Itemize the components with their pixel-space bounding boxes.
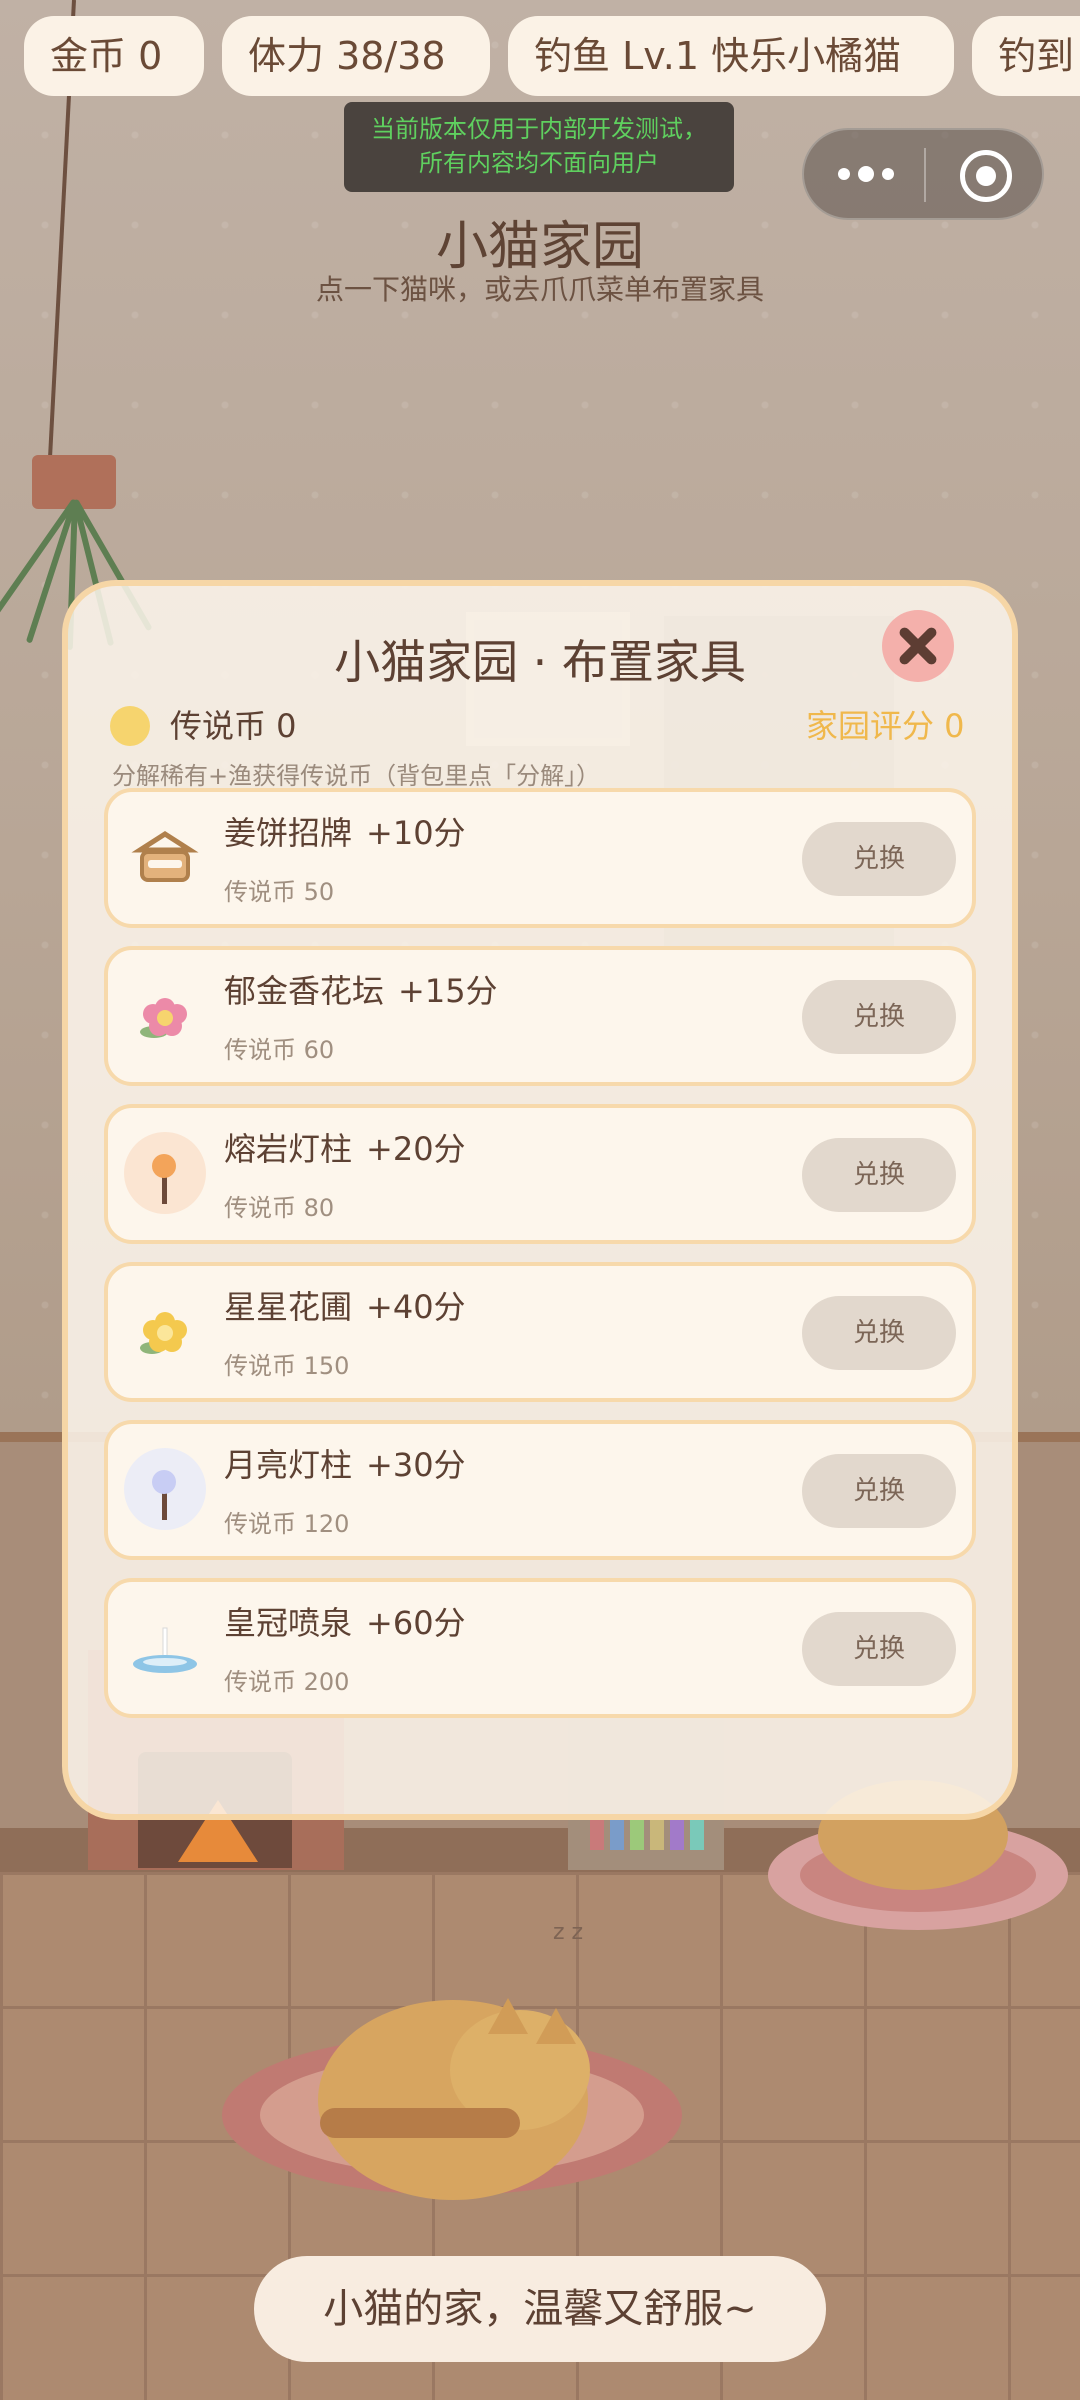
gold-chip[interactable]: 金币 0 <box>24 16 204 96</box>
lava-lamp-post-icon <box>124 1132 206 1214</box>
star-flower-bed-icon <box>124 1290 206 1372</box>
status-message: 小猫的家，温馨又舒服~ <box>254 2256 826 2362</box>
dev-test-banner: 当前版本仅用于内部开发测试， 所有内容均不面向用户 <box>344 102 734 192</box>
page-subtitle: 点一下猫咪，或去爪爪菜单布置家具 <box>315 273 764 306</box>
book <box>690 1820 704 1850</box>
dev-banner-line1: 当前版本仅用于内部开发测试， <box>371 115 707 143</box>
legend-coin-icon <box>110 706 150 746</box>
moon-lamp-post-icon <box>124 1448 206 1530</box>
stamina-chip[interactable]: 体力 38/38 <box>222 16 490 96</box>
item-score: +20分 <box>366 1130 466 1168</box>
item-score: +40分 <box>366 1288 466 1326</box>
item-name: 郁金香花坛 +15分 <box>224 972 498 1010</box>
crown-fountain-icon <box>124 1606 206 1688</box>
item-price: 传说币 80 <box>224 1194 335 1222</box>
item-name: 熔岩灯柱 +20分 <box>224 1130 466 1168</box>
item-name: 星星花圃 +40分 <box>224 1288 466 1326</box>
exchange-button[interactable]: 兑换 <box>802 980 956 1054</box>
item-price: 传说币 50 <box>224 878 335 906</box>
book <box>630 1820 644 1850</box>
book <box>650 1820 664 1850</box>
tulip-bed-icon <box>124 974 206 1056</box>
furniture-item: 郁金香花坛 +15分 传说币 60 兑换 <box>104 946 976 1086</box>
book <box>590 1820 604 1850</box>
item-score: +60分 <box>366 1604 466 1642</box>
cat-tail <box>320 2108 520 2138</box>
dev-banner-line2: 所有内容均不面向用户 <box>419 149 659 177</box>
exchange-button[interactable]: 兑换 <box>802 1138 956 1212</box>
exchange-button[interactable]: 兑换 <box>802 1612 956 1686</box>
furniture-item: 月亮灯柱 +30分 传说币 120 兑换 <box>104 1420 976 1560</box>
exchange-button[interactable]: 兑换 <box>802 1296 956 1370</box>
item-name: 姜饼招牌 +10分 <box>224 814 466 852</box>
furniture-item: 皇冠喷泉 +60分 传说币 200 兑换 <box>104 1578 976 1718</box>
book <box>670 1820 684 1850</box>
item-name: 月亮灯柱 +30分 <box>224 1446 466 1484</box>
gingerbread-sign-icon <box>124 816 206 898</box>
coin-hint: 分解稀有+渔获得传说币（背包里点「分解」） <box>112 762 601 790</box>
close-icon[interactable] <box>882 610 954 682</box>
close-miniprogram-icon[interactable] <box>960 150 1012 202</box>
furniture-item: 姜饼招牌 +10分 传说币 50 兑换 <box>104 788 976 928</box>
furniture-item: 星星花圃 +40分 传说币 150 兑换 <box>104 1262 976 1402</box>
item-price: 传说币 150 <box>224 1352 350 1380</box>
furniture-item: 熔岩灯柱 +20分 传说币 80 兑换 <box>104 1104 976 1244</box>
fishing-level-chip[interactable]: 钓鱼 Lv.1 快乐小橘猫 <box>508 16 954 96</box>
cat-ear <box>488 1998 528 2034</box>
modal-title: 小猫家园 · 布置家具 <box>334 635 746 689</box>
item-score: +30分 <box>366 1446 466 1484</box>
item-name: 皇冠喷泉 +60分 <box>224 1604 466 1642</box>
item-score: +10分 <box>366 814 466 852</box>
item-price: 传说币 200 <box>224 1668 350 1696</box>
capsule-divider <box>924 148 926 202</box>
cat-ear <box>536 2008 576 2044</box>
book <box>610 1820 624 1850</box>
exchange-button[interactable]: 兑换 <box>802 822 956 896</box>
exchange-button[interactable]: 兑换 <box>802 1454 956 1528</box>
legend-coin-balance: 传说币 0 <box>170 707 297 745</box>
caught-chip[interactable]: 钓到 <box>972 16 1080 96</box>
item-price: 传说币 120 <box>224 1510 350 1538</box>
item-price: 传说币 60 <box>224 1036 335 1064</box>
stat-bar: 金币 0 体力 38/38 钓鱼 Lv.1 快乐小橘猫 钓到 <box>0 16 1080 98</box>
home-score: 家园评分 0 <box>806 707 965 745</box>
item-score: +15分 <box>398 972 498 1010</box>
sleep-zz: z z <box>553 1920 584 1945</box>
